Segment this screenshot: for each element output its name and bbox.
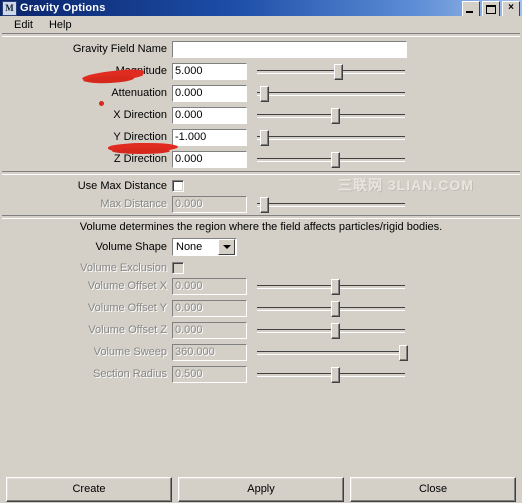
close-action-button[interactable]: Close: [350, 476, 516, 502]
field-row-max-distance: Max Distance 0.000: [0, 194, 522, 214]
slider-thumb[interactable]: [331, 152, 340, 168]
input-gravity-field-name[interactable]: [172, 40, 407, 58]
input-magnitude[interactable]: 5.000: [172, 62, 247, 80]
slider-track: [257, 136, 405, 140]
field-row-section-radius: Section Radius 0.500: [0, 364, 522, 384]
divider-max-distance: [2, 171, 520, 175]
slider-track: [257, 70, 405, 74]
input-y-direction[interactable]: -1.000: [172, 128, 247, 146]
dropdown-value: None: [176, 241, 203, 253]
label-volume-shape: Volume Shape: [95, 241, 167, 253]
slider-thumb: [331, 279, 340, 295]
input-section-radius: 0.500: [172, 365, 247, 383]
window-controls: ×: [462, 1, 520, 17]
label-x-direction: X Direction: [113, 109, 167, 121]
field-row-z-direction: Z Direction 0.000: [0, 149, 522, 169]
slider-attenuation[interactable]: [257, 85, 405, 102]
field-row-volume-offset-z: Volume Offset Z 0.000: [0, 320, 522, 340]
slider-x-direction[interactable]: [257, 107, 405, 124]
field-row-volume-offset-x: Volume Offset X 0.000: [0, 276, 522, 296]
slider-max-distance: [257, 196, 405, 213]
field-row-volume-shape: Volume Shape None: [0, 237, 522, 257]
input-max-distance: 0.000: [172, 195, 247, 213]
slider-volume-sweep: [257, 344, 409, 361]
slider-track: [257, 203, 405, 207]
label-volume-sweep: Volume Sweep: [93, 346, 167, 358]
field-row-attenuation: Attenuation 0.000: [0, 83, 522, 103]
label-z-direction: Z Direction: [113, 153, 167, 165]
menu-item-help[interactable]: Help: [41, 18, 80, 32]
label-max-distance: Max Distance: [100, 198, 167, 210]
field-row-volume-exclusion: Volume Exclusion: [0, 258, 522, 278]
slider-thumb: [331, 301, 340, 317]
slider-thumb: [259, 197, 269, 213]
label-magnitude: Magnitude: [115, 65, 167, 77]
volume-description: Volume determines the region where the f…: [79, 221, 443, 233]
minimize-button[interactable]: [462, 1, 480, 17]
slider-volume-offset-z: [257, 322, 405, 339]
label-volume-offset-x: Volume Offset X: [87, 280, 167, 292]
close-icon: ×: [508, 2, 514, 13]
field-row-y-direction: Y Direction -1.000: [0, 127, 522, 147]
label-y-direction: Y Direction: [113, 131, 167, 143]
input-attenuation[interactable]: 0.000: [172, 84, 247, 102]
maya-app-icon: M: [2, 0, 17, 16]
slider-z-direction[interactable]: [257, 151, 405, 168]
divider-menubar: [2, 33, 520, 37]
field-row-volume-offset-y: Volume Offset Y 0.000: [0, 298, 522, 318]
field-row-x-direction: X Direction 0.000: [0, 105, 522, 125]
slider-thumb[interactable]: [259, 86, 269, 102]
label-section-radius: Section Radius: [93, 368, 167, 380]
slider-magnitude[interactable]: [257, 63, 405, 80]
label-gravity-field-name: Gravity Field Name: [72, 43, 167, 55]
close-button[interactable]: ×: [502, 1, 520, 17]
slider-track: [257, 92, 405, 96]
input-volume-offset-y: 0.000: [172, 299, 247, 317]
slider-thumb: [399, 345, 409, 361]
slider-thumb: [331, 323, 340, 339]
field-row-gravity-field-name: Gravity Field Name: [0, 39, 522, 59]
title-bar[interactable]: M Gravity Options ×: [0, 0, 522, 17]
checkbox-use-max-distance[interactable]: [172, 180, 184, 192]
create-button[interactable]: Create: [6, 476, 172, 502]
divider-volume: [2, 215, 520, 219]
label-volume-offset-z: Volume Offset Z: [88, 324, 167, 336]
chevron-down-icon[interactable]: [218, 239, 235, 255]
menu-item-edit[interactable]: Edit: [6, 18, 41, 32]
slider-track: [257, 351, 405, 355]
slider-volume-offset-x: [257, 278, 405, 295]
field-row-volume-sweep: Volume Sweep 360.000: [0, 342, 522, 362]
checkbox-volume-exclusion: [172, 262, 184, 274]
footer-button-bar: Create Apply Close: [0, 475, 522, 503]
apply-button[interactable]: Apply: [178, 476, 344, 502]
input-x-direction[interactable]: 0.000: [172, 106, 247, 124]
label-use-max-distance: Use Max Distance: [77, 180, 167, 192]
slider-thumb: [331, 367, 340, 383]
slider-section-radius: [257, 366, 405, 383]
menu-bar: Edit Help: [0, 16, 522, 33]
slider-y-direction[interactable]: [257, 129, 405, 146]
dropdown-volume-shape[interactable]: None: [172, 238, 237, 256]
input-volume-offset-z: 0.000: [172, 321, 247, 339]
input-volume-offset-x: 0.000: [172, 277, 247, 295]
maximize-button[interactable]: [482, 1, 500, 17]
label-volume-offset-y: Volume Offset Y: [87, 302, 167, 314]
window-title: Gravity Options: [20, 2, 106, 14]
field-row-magnitude: Magnitude 5.000: [0, 61, 522, 81]
input-z-direction[interactable]: 0.000: [172, 150, 247, 168]
gravity-options-window: M Gravity Options × Edit Help Gravity Fi…: [0, 0, 522, 503]
field-row-use-max-distance: Use Max Distance: [0, 176, 522, 196]
slider-thumb[interactable]: [259, 130, 269, 146]
slider-thumb[interactable]: [331, 108, 340, 124]
label-volume-exclusion: Volume Exclusion: [80, 262, 167, 274]
slider-thumb[interactable]: [333, 64, 343, 80]
slider-volume-offset-y: [257, 300, 405, 317]
label-attenuation: Attenuation: [111, 87, 167, 99]
input-volume-sweep: 360.000: [172, 343, 247, 361]
